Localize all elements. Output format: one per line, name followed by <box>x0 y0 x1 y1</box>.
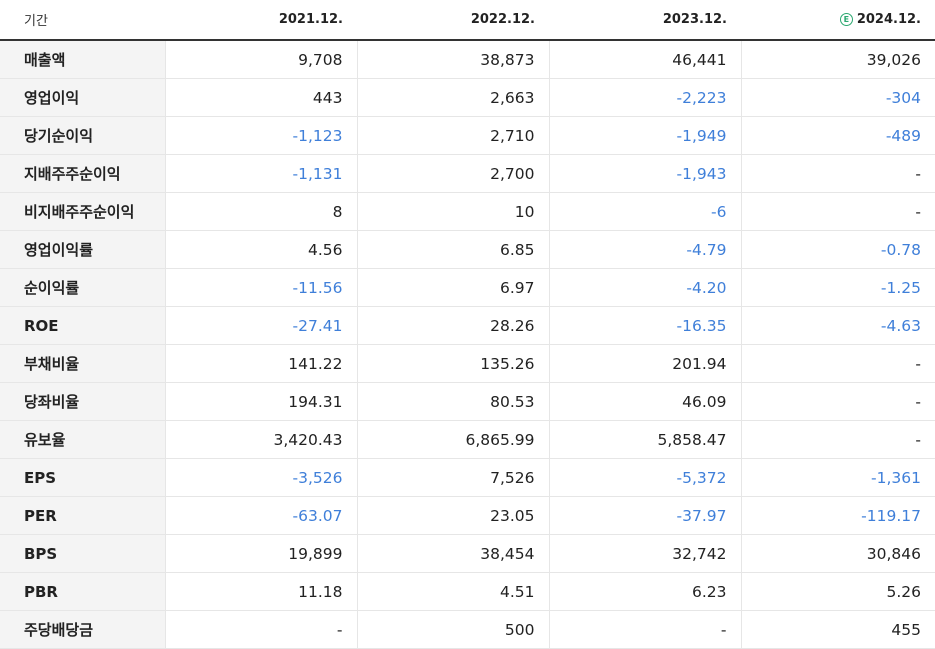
table-cell: -304 <box>740 78 935 117</box>
table-cell: 6.97 <box>356 268 549 307</box>
table-cell: -1,131 <box>164 154 357 193</box>
row-label: 매출액 <box>0 40 165 79</box>
year-header-label: 2024.12. <box>856 12 921 27</box>
row-label: 당좌비율 <box>0 382 165 421</box>
table-cell: -4.63 <box>740 306 935 345</box>
table-cell: - <box>740 154 935 193</box>
table-cell: 4.51 <box>356 572 549 611</box>
table-cell: 8 <box>164 192 357 231</box>
table-cell: 7,526 <box>356 458 549 497</box>
year-header: 2023.12. <box>549 0 741 41</box>
row-label: 당기순이익 <box>0 116 165 155</box>
table-cell: -6 <box>548 192 741 231</box>
year-header-estimate: E 2024.12. <box>741 0 935 41</box>
table-cell: 443 <box>164 78 357 117</box>
table-cell: 5,858.47 <box>548 420 741 459</box>
table-row: PBR 11.18 4.51 6.23 5.26 <box>0 572 935 611</box>
table-cell: 2,700 <box>356 154 549 193</box>
table-cell: -16.35 <box>548 306 741 345</box>
row-label: 지배주주순이익 <box>0 154 165 193</box>
table-cell: 141.22 <box>164 344 357 383</box>
table-cell: -11.56 <box>164 268 357 307</box>
table-cell: - <box>740 420 935 459</box>
row-label: 영업이익 <box>0 78 165 117</box>
financial-summary-table: 기간 2021.12. 2022.12. 2023.12. E 2024.12. … <box>0 0 935 649</box>
table-row: 영업이익률 4.56 6.85 -4.79 -0.78 <box>0 230 935 269</box>
row-label: PER <box>0 496 165 535</box>
table-cell: -37.97 <box>548 496 741 535</box>
table-cell: 201.94 <box>548 344 741 383</box>
table-cell: 23.05 <box>356 496 549 535</box>
table-row: 당기순이익 -1,123 2,710 -1,949 -489 <box>0 116 935 155</box>
table-cell: -1,949 <box>548 116 741 155</box>
table-row: 영업이익 443 2,663 -2,223 -304 <box>0 78 935 117</box>
table-row: 순이익률 -11.56 6.97 -4.20 -1.25 <box>0 268 935 307</box>
table-cell: 28.26 <box>356 306 549 345</box>
table-cell: 38,873 <box>356 40 549 79</box>
table-row: 지배주주순이익 -1,131 2,700 -1,943- <box>0 154 935 193</box>
table-row: 매출액 9,708 38,873 46,441 39,026 <box>0 40 935 79</box>
table-cell: -4.20 <box>548 268 741 307</box>
row-label: BPS <box>0 534 165 573</box>
table-row: 당좌비율 194.31 80.53 46.09- <box>0 382 935 421</box>
year-header: 2022.12. <box>357 0 549 41</box>
table-cell: -63.07 <box>164 496 357 535</box>
table-cell: 19,899 <box>164 534 357 573</box>
row-label: 유보율 <box>0 420 165 459</box>
table-cell: 5.26 <box>740 572 935 611</box>
table-cell: -1,943 <box>548 154 741 193</box>
table-cell: -119.17 <box>740 496 935 535</box>
table-cell: 6.85 <box>356 230 549 269</box>
table-row: BPS 19,899 38,454 32,742 30,846 <box>0 534 935 573</box>
table-cell: -1,361 <box>740 458 935 497</box>
row-label: ROE <box>0 306 165 345</box>
period-header: 기간 <box>0 0 165 41</box>
row-label: EPS <box>0 458 165 497</box>
table-cell: 4.56 <box>164 230 357 269</box>
table-cell: 30,846 <box>740 534 935 573</box>
table-cell: -1.25 <box>740 268 935 307</box>
table-cell: -489 <box>740 116 935 155</box>
table-cell: - <box>740 192 935 231</box>
row-label: 순이익률 <box>0 268 165 307</box>
table-cell: 2,663 <box>356 78 549 117</box>
table-cell: 46.09 <box>548 382 741 421</box>
estimate-icon: E <box>839 13 853 26</box>
table-cell: -27.41 <box>164 306 357 345</box>
table-cell: 6,865.99 <box>356 420 549 459</box>
table-row: PER -63.07 23.05 -37.97 -119.17 <box>0 496 935 535</box>
year-header: 2021.12. <box>165 0 357 41</box>
table-row: 비지배주주순이익 8 10 -6- <box>0 192 935 231</box>
table-row: 유보율 3,420.43 6,865.99 5,858.47- <box>0 420 935 459</box>
table-cell: 38,454 <box>356 534 549 573</box>
row-label: 비지배주주순이익 <box>0 192 165 231</box>
table-cell: 10 <box>356 192 549 231</box>
table-cell: 11.18 <box>164 572 357 611</box>
table-cell: - <box>740 382 935 421</box>
table-cell: -3,526 <box>164 458 357 497</box>
table-cell: 46,441 <box>548 40 741 79</box>
table-cell: -5,372 <box>548 458 741 497</box>
table-cell: 39,026 <box>740 40 935 79</box>
table-cell: 3,420.43 <box>164 420 357 459</box>
row-label: 영업이익률 <box>0 230 165 269</box>
table-cell: 32,742 <box>548 534 741 573</box>
table-row: 부채비율 141.22 135.26 201.94- <box>0 344 935 383</box>
table-cell: 6.23 <box>548 572 741 611</box>
table-cell: - <box>740 344 935 383</box>
row-label: PBR <box>0 572 165 611</box>
table-cell: -0.78 <box>740 230 935 269</box>
table-row: ROE -27.41 28.26 -16.35 -4.63 <box>0 306 935 345</box>
table-row: EPS -3,526 7,526 -5,372 -1,361 <box>0 458 935 497</box>
table-cell: 9,708 <box>164 40 357 79</box>
table-cell: 80.53 <box>356 382 549 421</box>
table-cell: -2,223 <box>548 78 741 117</box>
table-cell: 194.31 <box>164 382 357 421</box>
table-cell: 135.26 <box>356 344 549 383</box>
header-row: 기간 2021.12. 2022.12. 2023.12. E 2024.12. <box>0 0 935 41</box>
table-cell: -4.79 <box>548 230 741 269</box>
table-cell: -1,123 <box>164 116 357 155</box>
table-cell: 2,710 <box>356 116 549 155</box>
row-label: 부채비율 <box>0 344 165 383</box>
